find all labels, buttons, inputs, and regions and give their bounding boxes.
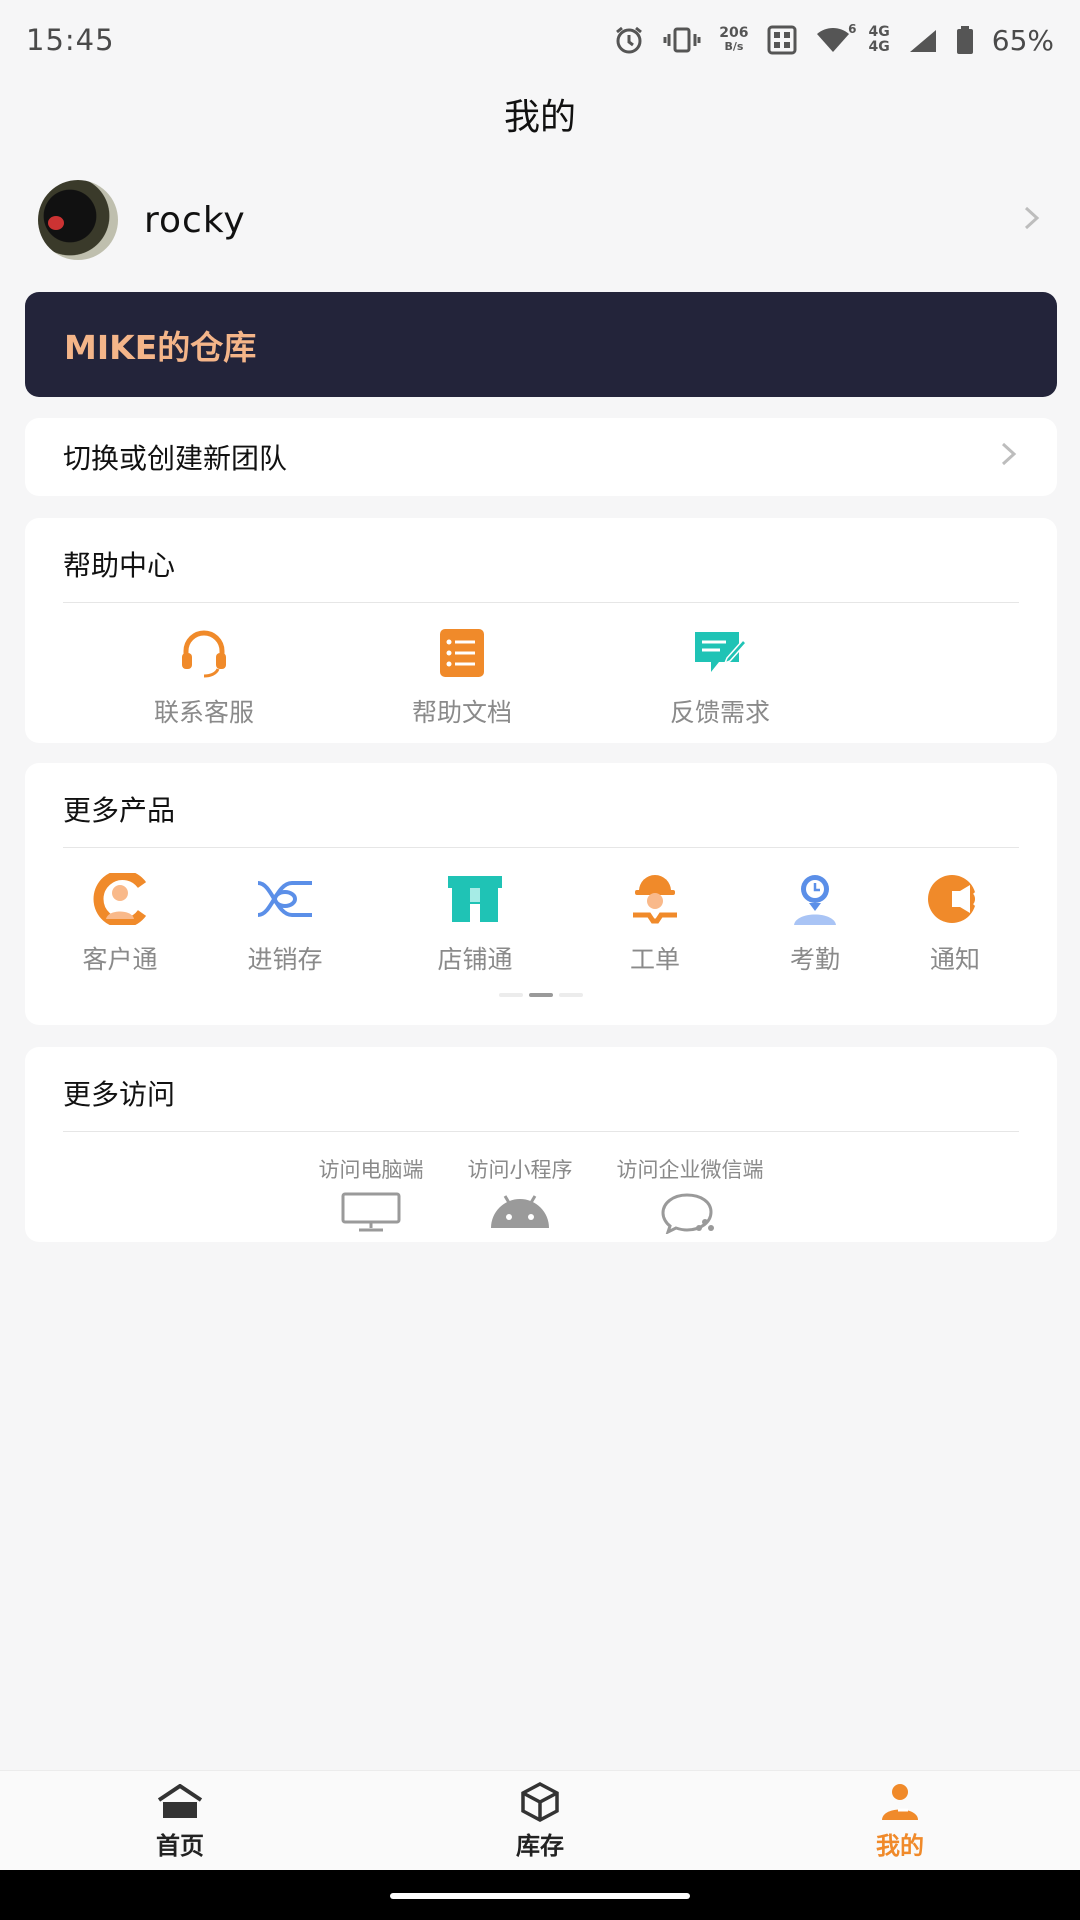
team-banner[interactable]: MIKE的仓库 <box>25 292 1057 397</box>
notification-icon <box>926 870 984 928</box>
wechat-work-icon <box>659 1192 721 1238</box>
network-type: 4G 4G <box>869 25 890 55</box>
product-carousel[interactable]: 客户通 进销存 店铺通 工单 考勤 通知 <box>25 848 1057 976</box>
nfc-icon <box>767 25 797 55</box>
feedback-icon <box>692 625 748 681</box>
wifi-badge: 6 <box>848 22 857 36</box>
nav-label: 我的 <box>876 1832 924 1860</box>
box-icon <box>520 1780 560 1824</box>
product-item-attendance[interactable]: 考勤 <box>745 848 885 976</box>
product-item-label: 店铺通 <box>437 945 513 974</box>
home-icon <box>157 1780 203 1824</box>
gesture-bar <box>0 1870 1080 1920</box>
headset-icon <box>176 625 232 681</box>
signal-icon <box>908 26 938 54</box>
network-type-top: 4G <box>868 24 890 40</box>
store-icon <box>446 870 504 928</box>
gesture-handle[interactable] <box>390 1893 690 1899</box>
access-item-wechat-work[interactable]: 访问企业微信端 <box>617 1154 764 1238</box>
alarm-icon <box>613 24 645 56</box>
vibrate-icon <box>663 26 701 54</box>
status-bar: 15:45 206 B/s 6 4G 4G 65% <box>0 0 1080 80</box>
nav-label: 首页 <box>156 1832 204 1860</box>
nav-mine[interactable]: 我的 <box>720 1771 1080 1870</box>
product-item-customer[interactable]: 客户通 <box>55 848 185 976</box>
battery-icon <box>956 25 974 55</box>
nav-inventory[interactable]: 库存 <box>360 1771 720 1870</box>
nav-label: 库存 <box>516 1832 564 1860</box>
net-speed-value: 206 <box>719 25 749 41</box>
help-item-feedback[interactable]: 反馈需求 <box>591 603 849 729</box>
chevron-right-icon <box>999 437 1019 477</box>
more-access-title: 更多访问 <box>63 1078 176 1111</box>
more-access-card: 更多访问 访问电脑端 访问小程序 访问企业微信端 <box>25 1047 1057 1242</box>
profile-row[interactable]: rocky <box>0 170 1080 270</box>
document-list-icon <box>434 625 490 681</box>
team-name: MIKE的仓库 <box>64 327 257 367</box>
help-item-contact[interactable]: 联系客服 <box>75 603 333 729</box>
chevron-right-icon <box>1022 200 1042 241</box>
product-item-label: 客户通 <box>82 945 158 974</box>
access-item-label: 访问企业微信端 <box>616 1158 764 1182</box>
product-item-notification[interactable]: 通知 <box>885 848 1025 976</box>
android-icon <box>489 1192 551 1236</box>
wifi-icon: 6 <box>815 22 857 54</box>
product-item-inventory[interactable]: 进销存 <box>185 848 385 976</box>
status-icons: 206 B/s 6 4G 4G 65% <box>613 22 1054 57</box>
more-products-card: 更多产品 客户通 进销存 店铺通 工单 考勤 通知 <box>25 763 1057 1025</box>
access-item-label: 访问电脑端 <box>318 1158 424 1182</box>
access-item-miniprogram[interactable]: 访问小程序 <box>468 1154 573 1238</box>
product-item-store[interactable]: 店铺通 <box>385 848 565 976</box>
access-item-desktop[interactable]: 访问电脑端 <box>319 1154 424 1238</box>
product-item-label: 通知 <box>929 945 980 974</box>
network-type-bottom: 4G <box>868 39 890 55</box>
monitor-icon <box>341 1192 401 1236</box>
carousel-dot <box>559 993 583 997</box>
avatar[interactable] <box>38 180 118 260</box>
worker-icon <box>626 870 684 928</box>
user-icon <box>880 1780 920 1824</box>
customer-icon <box>91 870 149 928</box>
switch-team-label: 切换或创建新团队 <box>63 442 288 475</box>
nav-home[interactable]: 首页 <box>0 1771 360 1870</box>
access-item-label: 访问小程序 <box>467 1158 573 1182</box>
help-center-card: 帮助中心 联系客服 帮助文档 反馈需求 <box>25 518 1057 743</box>
more-products-title: 更多产品 <box>63 794 176 827</box>
switch-team-row[interactable]: 切换或创建新团队 <box>25 418 1057 496</box>
page-title: 我的 <box>503 97 576 138</box>
username: rocky <box>144 199 246 241</box>
net-speed: 206 B/s <box>719 26 748 54</box>
carousel-dot-active <box>529 993 553 997</box>
product-item-label: 进销存 <box>247 945 323 974</box>
help-item-label: 反馈需求 <box>669 698 770 727</box>
net-speed-unit: B/s <box>724 40 744 53</box>
carousel-indicator <box>25 993 1057 997</box>
product-item-workorder[interactable]: 工单 <box>565 848 745 976</box>
help-item-label: 帮助文档 <box>411 698 512 727</box>
attendance-icon <box>786 870 844 928</box>
product-item-label: 考勤 <box>789 945 840 974</box>
product-item-label: 工单 <box>629 945 680 974</box>
help-item-docs[interactable]: 帮助文档 <box>333 603 591 729</box>
bottom-nav: 首页 库存 我的 <box>0 1770 1080 1870</box>
inventory-icon <box>256 870 314 928</box>
help-item-label: 联系客服 <box>153 698 254 727</box>
carousel-dot <box>499 993 523 997</box>
help-center-title: 帮助中心 <box>63 549 176 582</box>
status-time: 15:45 <box>26 23 115 57</box>
battery-percent: 65% <box>991 23 1054 57</box>
